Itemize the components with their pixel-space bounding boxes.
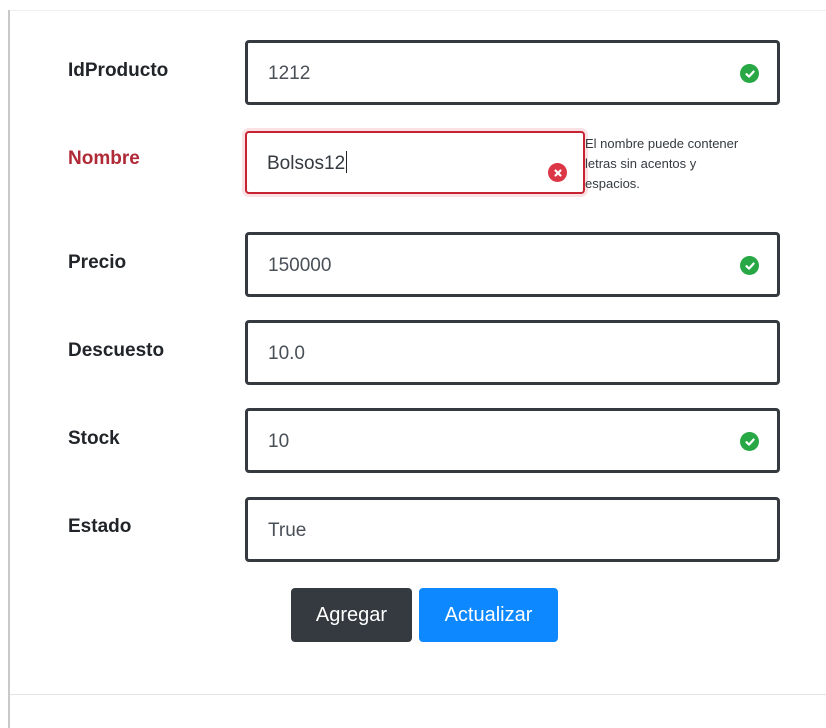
precio-value: 150000 xyxy=(268,255,332,276)
check-circle-icon xyxy=(740,256,759,275)
idproducto-input[interactable]: 1212 xyxy=(245,40,780,105)
check-circle-icon xyxy=(740,64,759,83)
agregar-button[interactable]: Agregar xyxy=(291,588,412,642)
stock-label: Stock xyxy=(68,428,120,449)
estado-value: True xyxy=(268,520,307,541)
bottom-divider xyxy=(10,694,826,695)
stock-input[interactable]: 10 xyxy=(245,408,780,473)
precio-label: Precio xyxy=(68,252,127,273)
left-border xyxy=(8,10,10,728)
descuesto-label: Descuesto xyxy=(68,340,165,361)
estado-label: Estado xyxy=(68,516,132,537)
nombre-label: Nombre xyxy=(68,148,140,169)
top-divider xyxy=(10,10,826,11)
x-circle-icon xyxy=(548,163,567,182)
stock-value: 10 xyxy=(268,431,290,452)
nombre-value: Bolsos12 xyxy=(267,151,348,174)
text-caret xyxy=(346,151,348,173)
actualizar-button[interactable]: Actualizar xyxy=(419,588,558,642)
product-form-page: IdProducto 1212 Nombre Bolsos12 El nombr… xyxy=(0,0,826,728)
idproducto-value: 1212 xyxy=(268,63,311,84)
estado-input[interactable]: True xyxy=(245,497,780,562)
nombre-input[interactable]: Bolsos12 xyxy=(245,131,585,194)
precio-input[interactable]: 150000 xyxy=(245,232,780,297)
descuesto-input[interactable]: 10.0 xyxy=(245,320,780,385)
check-circle-icon xyxy=(740,432,759,451)
idproducto-label: IdProducto xyxy=(68,60,169,81)
nombre-error-message: El nombre puede contener letras sin acen… xyxy=(585,136,739,191)
descuesto-value: 10.0 xyxy=(268,343,305,364)
